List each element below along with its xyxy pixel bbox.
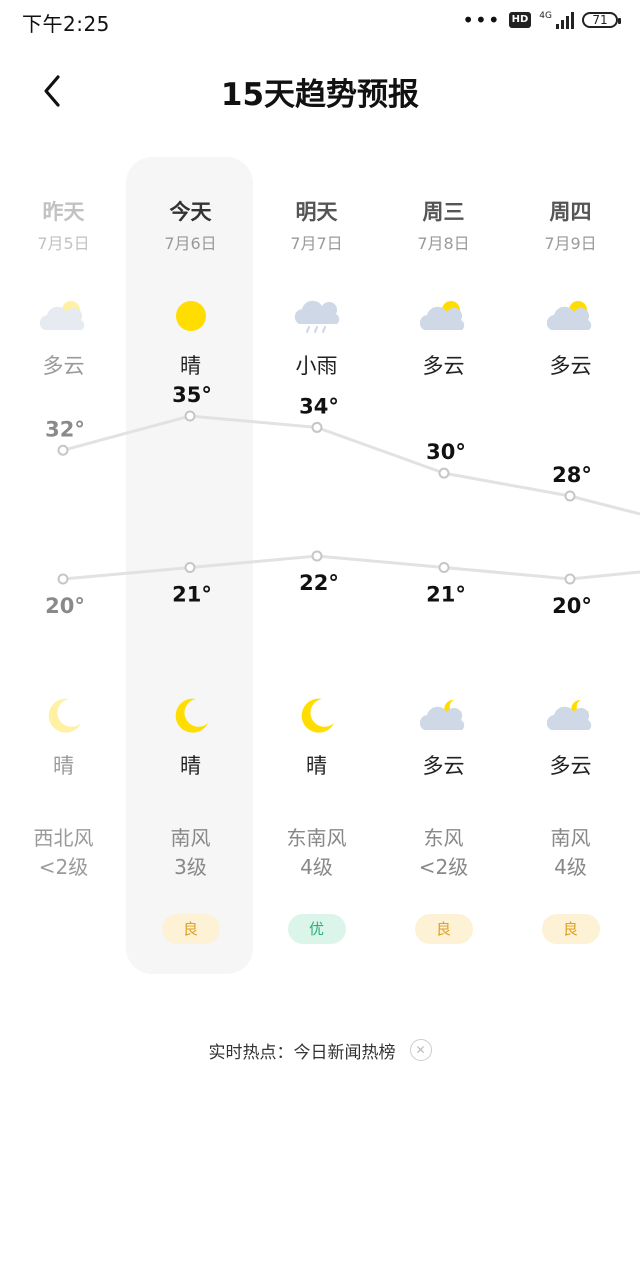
hd-badge: HD (508, 12, 532, 28)
low-point (184, 562, 196, 573)
day-label: 周三 (422, 200, 465, 224)
aqi-badge: 良 (541, 914, 600, 944)
partly-cloudy-icon (507, 294, 634, 338)
partly-cloudy-icon (0, 294, 127, 338)
cloudy-night-icon (380, 694, 507, 738)
status-time: 下午2:25 (22, 12, 110, 36)
high-point (438, 467, 450, 479)
moon-icon (253, 694, 380, 738)
low-point (438, 562, 450, 573)
high-point (57, 444, 69, 456)
low-label: 21° (426, 583, 466, 607)
battery-level: 71 (592, 13, 608, 27)
page-title: 15天趋势预报 (220, 77, 420, 113)
low-label: 20° (45, 594, 85, 618)
moon-icon (127, 694, 254, 738)
hotspot-text[interactable]: 实时热点：今日新闻热榜 (209, 1038, 396, 1063)
low-point (57, 573, 69, 585)
day-label: 明天 (295, 200, 338, 224)
high-point (311, 421, 323, 433)
high-label: 32° (45, 417, 85, 441)
night-condition: 多云 (549, 754, 592, 778)
wind-direction: 东风 (423, 826, 464, 850)
low-label: 22° (299, 571, 339, 595)
close-icon[interactable]: ✕ (409, 1039, 432, 1061)
day-date: 7月9日 (544, 234, 597, 253)
wind-direction: 西北风 (33, 826, 94, 850)
cloudy-night-icon (507, 694, 634, 738)
low-label: 21° (172, 583, 212, 607)
wind-level: <2级 (418, 855, 469, 879)
day-condition: 晴 (180, 354, 201, 378)
day-label: 周四 (549, 200, 592, 224)
hotspot-banner[interactable]: 实时热点：今日新闻热榜 ✕ (0, 1038, 640, 1063)
night-condition: 多云 (422, 754, 465, 778)
light-rain-icon (253, 294, 380, 338)
moon-icon (0, 694, 127, 738)
more-dots-icon: ••• (462, 8, 501, 32)
day-label: 今天 (169, 200, 212, 224)
status-indicators: ••• HD 4G 71 (462, 8, 621, 32)
night-condition: 晴 (180, 754, 201, 778)
sun-icon (127, 294, 254, 338)
day-date: 7月7日 (290, 234, 343, 253)
battery-icon: 71 (582, 12, 621, 28)
high-point (564, 490, 576, 502)
night-condition: 晴 (53, 754, 74, 778)
low-point (564, 573, 576, 585)
day-condition: 小雨 (295, 354, 338, 378)
low-point (311, 550, 323, 562)
wind-direction: 东南风 (286, 826, 347, 850)
low-label: 20° (552, 594, 592, 618)
header: 15天趋势预报 (0, 55, 640, 125)
wind-level: 3级 (174, 855, 207, 879)
network-type: 4G (539, 10, 552, 21)
wind-level: 4级 (554, 855, 587, 879)
aqi-badge: 良 (161, 914, 220, 944)
aqi-badge: 优 (287, 914, 346, 944)
night-condition: 晴 (306, 754, 327, 778)
day-condition: 多云 (42, 354, 85, 378)
high-label: 34° (299, 394, 339, 418)
aqi-badge: 良 (414, 914, 473, 944)
day-label: 昨天 (42, 200, 85, 224)
partly-cloudy-icon (380, 294, 507, 338)
day-date: 7月6日 (164, 234, 217, 253)
day-condition: 多云 (422, 354, 465, 378)
high-point (184, 410, 196, 422)
wind-direction: 南风 (550, 826, 591, 850)
signal-icon: 4G (539, 10, 574, 29)
low-temp-line (62, 554, 640, 581)
wind-direction: 南风 (170, 826, 211, 850)
day-date: 7月5日 (37, 234, 90, 253)
temperature-chart: 32° 35° 34° 30° 28° 20° 21° 22° 21° 20° (45, 383, 640, 618)
wind-level: 4级 (300, 855, 333, 879)
high-label: 28° (552, 463, 592, 487)
wind-level: <2级 (38, 855, 89, 879)
high-label: 35° (172, 383, 212, 407)
day-condition: 多云 (549, 354, 592, 378)
status-bar: 下午2:25 ••• HD 4G 71 (0, 0, 640, 40)
day-date: 7月8日 (417, 234, 470, 253)
high-label: 30° (426, 440, 466, 464)
